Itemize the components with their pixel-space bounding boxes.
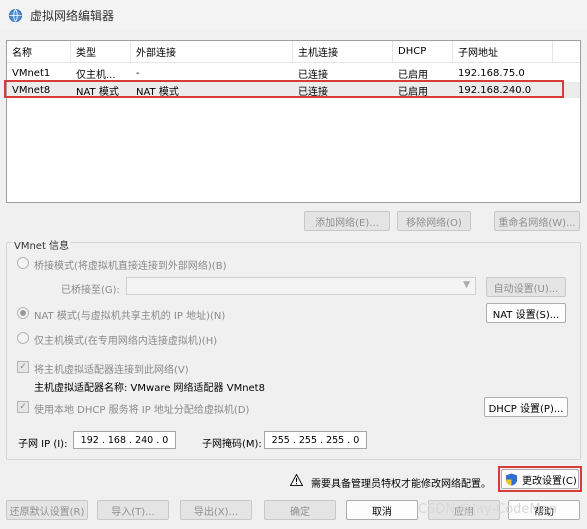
cell-host: 已连接 [298, 86, 328, 98]
auto-settings-button[interactable]: 自动设置(U)... [486, 277, 566, 297]
bridged-mode-radio[interactable] [17, 257, 29, 269]
bridged-to-label: 已桥接至(G): [61, 285, 120, 296]
cell-dhcp: 已启用 [398, 86, 428, 98]
ip-octet: 0 [162, 434, 169, 446]
host-only-radio[interactable] [17, 332, 29, 344]
dhcp-label: 使用本地 DHCP 服务将 IP 地址分配给虚拟机(D) [34, 405, 250, 416]
network-list-header: 名称 类型 外部连接 主机连接 DHCP 子网地址 [7, 41, 580, 63]
nat-settings-button[interactable]: NAT 设置(S)... [486, 303, 566, 323]
change-settings-label: 更改设置(C) [522, 475, 577, 487]
cell-external: NAT 模式 [136, 86, 179, 98]
column-header-host[interactable]: 主机连接 [293, 41, 393, 62]
subnet-ip-label: 子网 IP (I): [18, 439, 68, 450]
warning-icon [290, 474, 303, 486]
mask-octet: 255 [326, 434, 345, 446]
chevron-down-icon: ▼ [463, 280, 470, 290]
window-title: 虚拟网络编辑器 [30, 8, 115, 23]
column-header-name[interactable]: 名称 [7, 41, 71, 62]
column-header-type[interactable]: 类型 [71, 41, 131, 62]
restore-defaults-button[interactable]: 还原默认设置(R) [6, 500, 88, 520]
bridged-to-dropdown[interactable]: ▼ [126, 277, 476, 295]
csdn-watermark: CSDN @Jay-CodeMan [418, 502, 557, 517]
vmnet-info-title: VMnet 信息 [12, 237, 72, 252]
mask-octet: 0 [353, 434, 360, 446]
cell-external: - [136, 67, 140, 79]
mask-octet: 255 [298, 434, 318, 446]
cell-dhcp: 已启用 [398, 69, 428, 81]
column-header-subnet[interactable]: 子网地址 [453, 41, 553, 62]
import-button[interactable]: 导入(T)... [97, 500, 169, 520]
subnet-ip-field[interactable]: 192 . 168 . 240 . 0 [73, 431, 176, 449]
connect-adapter-label: 将主机虚拟适配器连接到此网络(V) [34, 365, 189, 376]
cell-name: VMnet1 [12, 67, 51, 79]
network-globe-icon [8, 8, 23, 22]
nat-mode-radio[interactable] [17, 307, 29, 319]
remove-network-button[interactable]: 移除网络(O) [397, 211, 471, 231]
network-row-vmnet1[interactable]: VMnet1 仅主机... - 已连接 已启用 192.168.75.0 [7, 65, 580, 81]
rename-network-button[interactable]: 重命名网络(W)... [494, 211, 580, 231]
bridged-mode-label: 桥接模式(将虚拟机直接连接到外部网络)(B) [34, 261, 227, 272]
cell-name: VMnet8 [12, 84, 51, 96]
ip-octet: 168 [107, 434, 127, 446]
dhcp-checkbox[interactable]: ✓ [17, 401, 29, 413]
title-bar: 虚拟网络编辑器 [0, 0, 587, 30]
column-header-external[interactable]: 外部连接 [131, 41, 293, 62]
mask-octet: 255 [271, 434, 290, 446]
cell-subnet: 192.168.240.0 [458, 84, 532, 96]
network-row-vmnet8[interactable]: VMnet8 NAT 模式 NAT 模式 已连接 已启用 192.168.240… [7, 82, 580, 98]
vmnet-info-group [6, 242, 581, 460]
ok-button[interactable]: 确定 [264, 500, 336, 520]
uac-shield-icon [505, 473, 518, 486]
network-list[interactable]: 名称 类型 外部连接 主机连接 DHCP 子网地址 VMnet1 仅主机... … [6, 40, 581, 203]
export-button[interactable]: 导出(X)... [180, 500, 252, 520]
cancel-button[interactable]: 取消 [346, 500, 418, 520]
cell-host: 已连接 [298, 69, 328, 81]
ip-octet: 192 [80, 434, 99, 446]
cell-type: 仅主机... [76, 69, 116, 81]
dhcp-settings-button[interactable]: DHCP 设置(P)... [484, 397, 568, 417]
cell-subnet: 192.168.75.0 [458, 67, 525, 79]
connect-adapter-checkbox[interactable]: ✓ [17, 361, 29, 373]
admin-notice-text: 需要具备管理员特权才能修改网络配置。 [311, 479, 491, 490]
nat-mode-label: NAT 模式(与虚拟机共享主机的 IP 地址)(N) [34, 311, 226, 322]
subnet-mask-field[interactable]: 255 . 255 . 255 . 0 [264, 431, 367, 449]
adapter-name-text: 主机虚拟适配器名称: VMware 网络适配器 VMnet8 [34, 383, 265, 394]
add-network-button[interactable]: 添加网络(E)... [304, 211, 390, 231]
ip-octet: 240 [135, 434, 154, 446]
subnet-mask-label: 子网掩码(M): [202, 439, 262, 450]
cell-type: NAT 模式 [76, 86, 119, 98]
host-only-label: 仅主机模式(在专用网络内连接虚拟机)(H) [34, 336, 218, 347]
column-header-dhcp[interactable]: DHCP [393, 41, 453, 62]
